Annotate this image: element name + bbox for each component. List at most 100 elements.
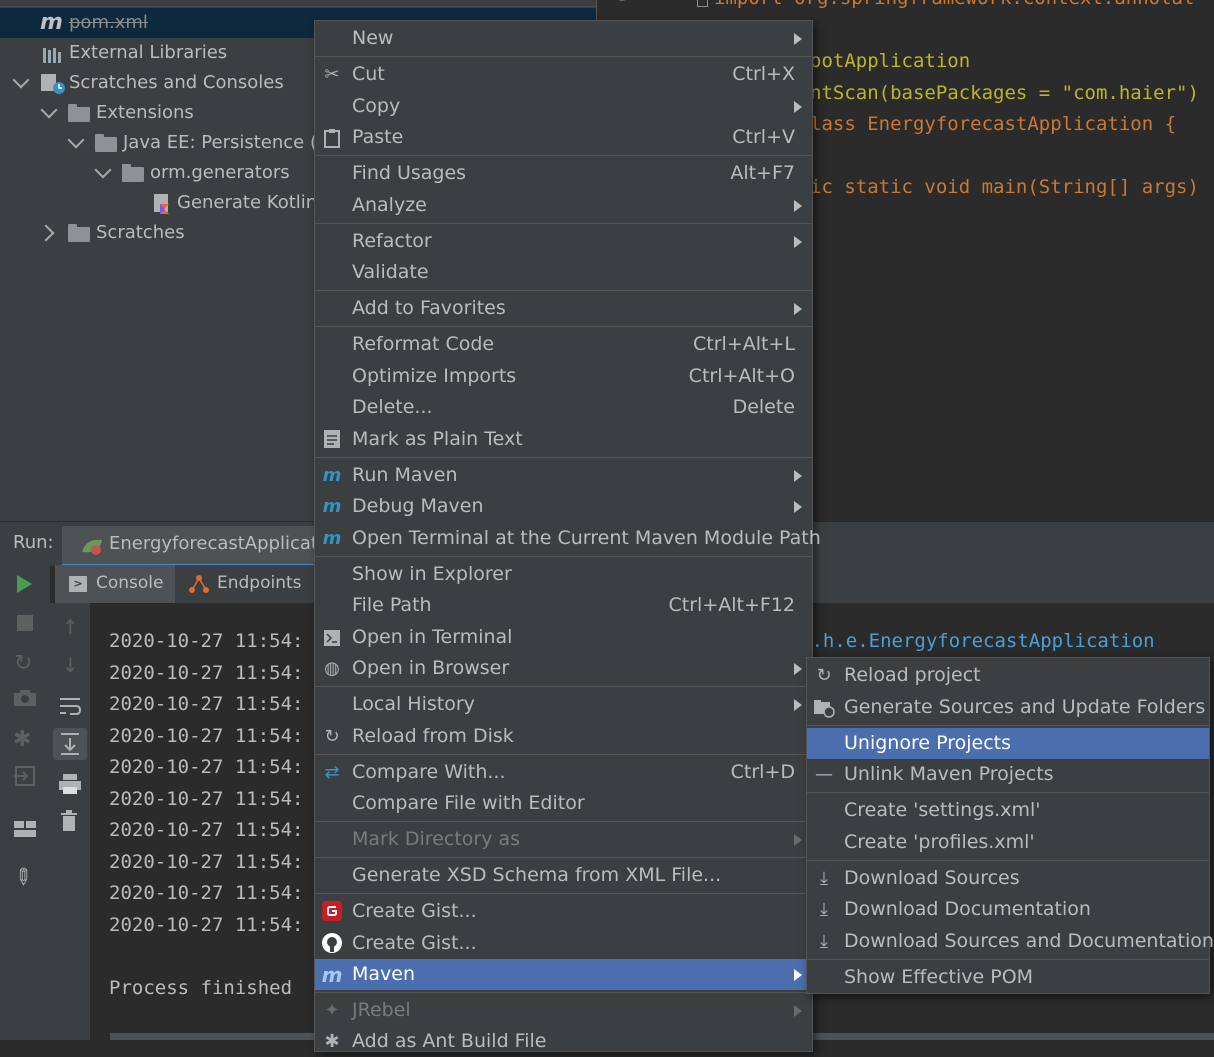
- chevron-down-icon[interactable]: [67, 131, 85, 149]
- menu-item-create-gist-gitee[interactable]: Create Gist...: [315, 896, 812, 927]
- menu-item-add-as-ant-build-file[interactable]: ✱ Add as Ant Build File: [315, 1026, 812, 1057]
- submenu-item-create-settings-xml[interactable]: Create 'settings.xml': [807, 795, 1209, 826]
- stop-icon[interactable]: [17, 615, 33, 631]
- tree-item-orm-generators[interactable]: orm.generators: [0, 158, 320, 188]
- menu-item-label: Cut: [352, 63, 385, 85]
- menu-item-delete[interactable]: Delete... Delete: [315, 392, 812, 423]
- menu-separator: [315, 686, 812, 687]
- menu-item-new[interactable]: New: [315, 23, 812, 54]
- menu-item-label: Run Maven: [352, 464, 458, 486]
- menu-item-show-in-explorer[interactable]: Show in Explorer: [315, 559, 812, 590]
- menu-item-copy[interactable]: Copy: [315, 91, 812, 122]
- code-line-import: import org.springframework.context.annot…: [714, 0, 1194, 14]
- chevron-down-icon[interactable]: [94, 161, 112, 179]
- pin-icon[interactable]: ✎: [7, 862, 38, 893]
- scroll-to-end-icon[interactable]: [53, 728, 87, 760]
- tree-item-label: Scratches: [96, 222, 185, 243]
- submenu-arrow-icon: [794, 236, 802, 248]
- camera-icon[interactable]: [13, 689, 37, 707]
- print-icon[interactable]: [58, 773, 82, 795]
- tree-item-java-ee-persistence[interactable]: Java EE: Persistence (JPA): [0, 128, 320, 158]
- menu-item-open-terminal-maven[interactable]: m Open Terminal at the Current Maven Modu…: [315, 523, 821, 554]
- menu-item-label: Add as Ant Build File: [352, 1030, 547, 1052]
- menu-item-validate[interactable]: Validate: [315, 257, 812, 288]
- menu-item-mark-as-plain-text[interactable]: Mark as Plain Text: [315, 424, 812, 455]
- tree-item-extensions[interactable]: Extensions: [0, 98, 320, 128]
- tab-console[interactable]: > Console: [55, 565, 175, 603]
- tree-item-generate-kotlin[interactable]: Generate Kotlin: [0, 188, 320, 218]
- menu-separator: [315, 457, 812, 458]
- chevron-down-icon[interactable]: [40, 101, 58, 119]
- menu-item-create-gist-github[interactable]: Create Gist...: [315, 928, 812, 959]
- menu-item-find-usages[interactable]: Find Usages Alt+F7: [315, 158, 812, 189]
- menu-item-open-in-browser[interactable]: ◍ Open in Browser: [315, 653, 812, 684]
- menu-item-compare-with[interactable]: ⇄ Compare With... Ctrl+D: [315, 757, 812, 788]
- menu-item-compare-file-with-editor[interactable]: Compare File with Editor: [315, 788, 812, 819]
- menu-item-local-history[interactable]: Local History: [315, 689, 812, 720]
- submenu-item-generate-sources[interactable]: Generate Sources and Update Folders: [807, 692, 1209, 723]
- console-icon: >: [69, 576, 87, 592]
- menu-item-run-maven[interactable]: m Run Maven: [315, 460, 812, 491]
- tree-item-label: orm.generators: [150, 162, 290, 183]
- menu-item-generate-xsd[interactable]: Generate XSD Schema from XML File...: [315, 860, 812, 891]
- menu-item-reformat-code[interactable]: Reformat Code Ctrl+Alt+L: [315, 329, 812, 360]
- menu-item-paste[interactable]: Paste Ctrl+V: [315, 122, 812, 153]
- arrow-down-icon[interactable]: ↓: [62, 653, 79, 677]
- download-icon: ⤓: [820, 931, 828, 952]
- log-line: 2020-10-27 11:54:: [109, 788, 304, 810]
- submenu-arrow-icon: [794, 200, 802, 212]
- menu-item-optimize-imports[interactable]: Optimize Imports Ctrl+Alt+O: [315, 361, 812, 392]
- submenu-item-create-profiles-xml[interactable]: Create 'profiles.xml': [807, 827, 1209, 858]
- arrow-up-icon[interactable]: ↑: [62, 615, 79, 639]
- submenu-item-show-effective-pom[interactable]: Show Effective POM: [807, 962, 1209, 993]
- submenu-arrow-icon: [794, 699, 802, 711]
- debug-bug-icon[interactable]: ✱: [13, 727, 31, 752]
- menu-separator: [315, 754, 812, 755]
- chevron-right-icon[interactable]: [37, 224, 55, 242]
- tree-item-scratches[interactable]: Scratches: [0, 218, 320, 248]
- menu-item-reload-from-disk[interactable]: ↻ Reload from Disk: [315, 721, 812, 752]
- menu-separator: [315, 821, 812, 822]
- menu-item-label: Analyze: [352, 194, 427, 216]
- run-config-tab[interactable]: EnergyforecastApplication: [62, 526, 345, 567]
- submenu-item-download-sources[interactable]: ⤓ Download Sources: [807, 863, 1209, 894]
- scissors-icon: ✂: [324, 64, 340, 85]
- submenu-arrow-icon: [794, 501, 802, 513]
- fold-marker-icon[interactable]: [697, 0, 708, 7]
- exit-icon[interactable]: [13, 765, 37, 787]
- submenu-item-unignore-projects[interactable]: Unignore Projects: [807, 728, 1209, 759]
- trash-icon[interactable]: [59, 810, 79, 832]
- chevron-down-icon[interactable]: [12, 71, 30, 89]
- submenu-item-unlink-maven-projects[interactable]: — Unlink Maven Projects: [807, 759, 1209, 790]
- submenu-arrow-icon: [794, 33, 802, 45]
- tree-item-external-libraries[interactable]: External Libraries: [0, 38, 320, 68]
- menu-item-label: Open in Terminal: [352, 626, 513, 648]
- github-icon: [320, 932, 344, 956]
- menu-item-analyze[interactable]: Analyze: [315, 190, 812, 221]
- rerun-icon[interactable]: [17, 575, 32, 593]
- folder-icon: [68, 224, 90, 242]
- submenu-item-download-documentation[interactable]: ⤓ Download Documentation: [807, 894, 1209, 925]
- menu-item-add-to-favorites[interactable]: Add to Favorites: [315, 293, 812, 324]
- menu-item-debug-maven[interactable]: m Debug Maven: [315, 491, 812, 522]
- menu-item-open-in-terminal[interactable]: Open in Terminal: [315, 622, 812, 653]
- menu-item-cut[interactable]: ✂ Cut Ctrl+X: [315, 59, 812, 90]
- soft-wrap-icon[interactable]: [58, 696, 82, 716]
- menu-item-maven[interactable]: m Maven: [315, 959, 812, 990]
- menu-item-label: Add to Favorites: [352, 297, 506, 319]
- code-line-annotation: ootApplication: [810, 50, 971, 72]
- menu-item-shortcut: Ctrl+V: [732, 126, 795, 148]
- layout-icon[interactable]: [13, 820, 37, 838]
- menu-item-refactor[interactable]: Refactor: [315, 226, 812, 257]
- tab-endpoints[interactable]: Endpoints: [180, 565, 310, 603]
- submenu-item-reload-project[interactable]: ↻ Reload project: [807, 660, 1209, 691]
- tree-item-scratches-and-consoles[interactable]: Scratches and Consoles: [0, 68, 320, 98]
- plain-text-icon: [320, 428, 344, 452]
- submenu-item-download-sources-and-docs[interactable]: ⤓ Download Sources and Documentation: [807, 926, 1214, 957]
- code-line-component-scan: ntScan(basePackages = "com.haier"): [810, 82, 1199, 104]
- folder-icon: [122, 164, 144, 182]
- restart-icon[interactable]: ↻: [14, 651, 32, 676]
- menu-separator: [807, 959, 1209, 960]
- menu-item-file-path[interactable]: File Path Ctrl+Alt+F12: [315, 590, 812, 621]
- menu-item-shortcut: Ctrl+X: [732, 63, 795, 85]
